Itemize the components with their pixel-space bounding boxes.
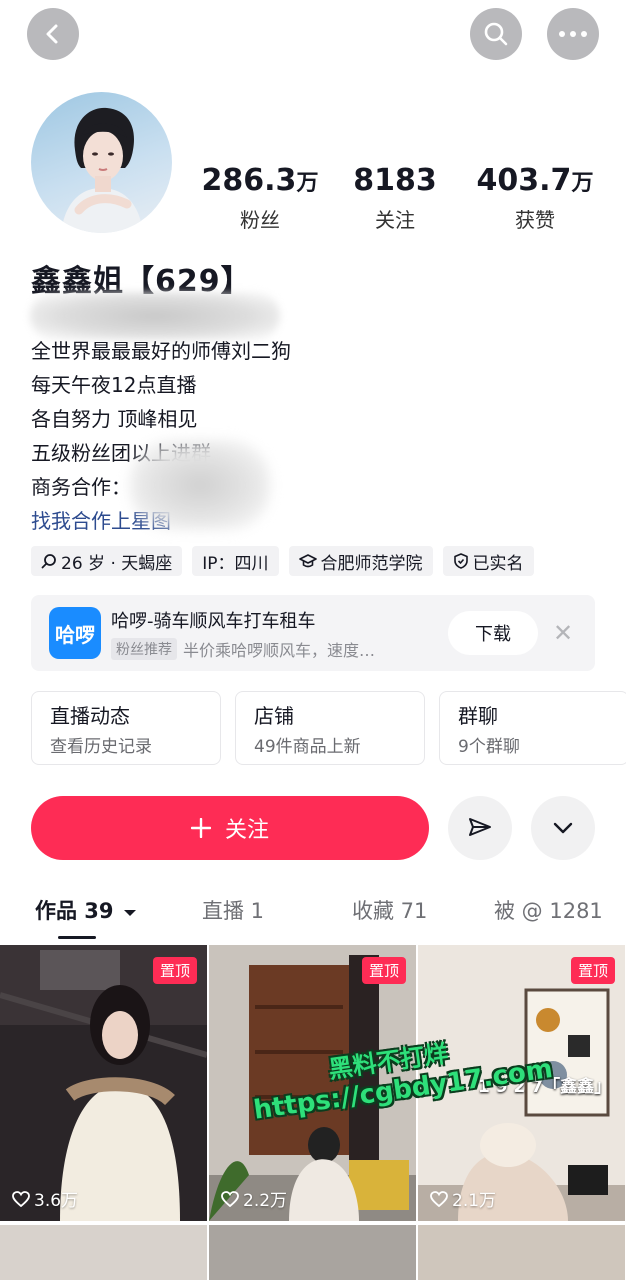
search-icon xyxy=(484,22,508,46)
entry-group-chat[interactable]: 群聊 9个群聊 xyxy=(439,691,626,765)
stat-value: 8183 xyxy=(353,163,437,198)
video-cover xyxy=(209,945,416,1221)
follow-label: 关注 xyxy=(224,818,269,843)
entry-live-history[interactable]: 直播动态 查看历史记录 xyxy=(31,691,221,765)
active-tab-indicator xyxy=(58,936,96,939)
stat-likes[interactable]: 403.7万 获赞 xyxy=(470,163,600,233)
more-dots-icon xyxy=(559,31,587,37)
profile-tags: 26 岁 · 天蝎座 IP：四川 合肥师范学院 已实名 xyxy=(31,546,534,576)
profile-stats: 286.3万 粉丝 8183 关注 403.7万 获赞 xyxy=(200,163,610,233)
heart-icon xyxy=(430,1190,448,1207)
stat-following[interactable]: 8183 关注 xyxy=(320,163,470,233)
chevron-down-icon xyxy=(553,822,573,834)
video-thumbnail[interactable]: 置顶 3.6万 xyxy=(0,945,207,1221)
heart-icon xyxy=(221,1190,239,1207)
video-thumbnail[interactable] xyxy=(418,1225,625,1280)
stat-label: 关注 xyxy=(375,208,415,232)
video-thumbnail[interactable] xyxy=(0,1225,207,1280)
caret-down-icon xyxy=(123,910,136,916)
blurred-contact xyxy=(130,440,270,530)
stat-fans[interactable]: 286.3万 粉丝 xyxy=(200,163,320,233)
tab-works[interactable]: 作品 39 xyxy=(35,895,137,925)
ad-download-button[interactable]: 下载 xyxy=(448,611,538,655)
graduation-cap-icon xyxy=(298,554,317,568)
ad-subtitle-row: 粉丝推荐 半价乘哈啰顺风车，速度… xyxy=(111,637,375,661)
tag-verified: 已实名 xyxy=(442,546,534,576)
video-likes: 3.6万 xyxy=(12,1186,78,1211)
video-thumbnail[interactable]: 置顶 2.1万 1 9 2 7「鑫鑫」 xyxy=(418,945,625,1221)
entry-subtitle: 49件商品上新 xyxy=(254,737,361,757)
stat-value: 403.7万 xyxy=(476,163,594,198)
ad-title: 哈啰-骑车顺风车打车租车 xyxy=(111,611,316,632)
heart-icon xyxy=(12,1190,30,1207)
share-button[interactable] xyxy=(448,796,512,860)
tag-school[interactable]: 合肥师范学院 xyxy=(288,546,433,576)
tag-ip: IP：四川 xyxy=(192,546,279,576)
search-icon xyxy=(41,554,56,569)
shield-check-icon xyxy=(453,553,468,569)
entry-subtitle: 查看历史记录 xyxy=(50,737,152,757)
more-button[interactable] xyxy=(547,8,599,60)
bio-line: 各自努力 顶峰相见 xyxy=(31,407,198,431)
video-thumbnail[interactable]: 置顶 2.2万 xyxy=(209,945,416,1221)
follow-button[interactable]: 关注 xyxy=(31,796,429,860)
video-likes: 2.2万 xyxy=(221,1186,287,1211)
blurred-id xyxy=(30,292,280,340)
ad-badge: 粉丝推荐 xyxy=(111,638,177,660)
chevron-left-icon xyxy=(46,24,58,44)
video-thumbnail[interactable] xyxy=(209,1225,416,1280)
profile-entries: 直播动态 查看历史记录 店铺 49件商品上新 群聊 9个群聊 xyxy=(31,691,626,765)
expand-button[interactable] xyxy=(531,796,595,860)
ad-app-logo: 哈啰 xyxy=(49,607,101,659)
pinned-badge: 置顶 xyxy=(152,957,197,984)
ad-card[interactable]: 哈啰 哈啰-骑车顺风车打车租车 粉丝推荐 半价乘哈啰顺风车，速度… 下载 ✕ xyxy=(31,595,595,671)
pinned-badge: 置顶 xyxy=(570,957,615,984)
entry-shop[interactable]: 店铺 49件商品上新 xyxy=(235,691,425,765)
bio-line: 每天午夜12点直播 xyxy=(31,373,197,397)
video-likes: 2.1万 xyxy=(430,1186,496,1211)
top-bar xyxy=(0,0,626,70)
entry-subtitle: 9个群聊 xyxy=(458,737,520,757)
avatar[interactable] xyxy=(31,92,172,233)
back-button[interactable] xyxy=(27,8,79,60)
tab-live[interactable]: 直播 1 xyxy=(202,895,264,925)
tab-mentions[interactable]: 被 @ 1281 xyxy=(494,895,603,925)
send-icon xyxy=(469,818,491,836)
tab-favorites[interactable]: 收藏 71 xyxy=(352,895,427,925)
plus-icon xyxy=(190,818,211,838)
stat-label: 粉丝 xyxy=(240,208,280,232)
entry-title: 群聊 xyxy=(458,704,498,728)
stat-label: 获赞 xyxy=(515,208,555,232)
video-cover xyxy=(0,945,207,1221)
bio-line: 全世界最最最好的师傅刘二狗 xyxy=(31,339,291,363)
close-icon[interactable]: ✕ xyxy=(553,619,573,647)
tag-age: 26 岁 · 天蝎座 xyxy=(31,546,183,576)
content-tabs: 作品 39 直播 1 收藏 71 被 @ 1281 xyxy=(0,895,626,945)
avatar-image xyxy=(61,107,143,233)
stat-value: 286.3万 xyxy=(201,163,319,198)
pinned-badge: 置顶 xyxy=(361,957,406,984)
entry-title: 店铺 xyxy=(254,704,294,728)
video-caption: 1 9 2 7「鑫鑫」 xyxy=(478,1077,612,1097)
entry-title: 直播动态 xyxy=(50,704,130,728)
ad-subtitle: 半价乘哈啰顺风车，速度… xyxy=(183,641,376,660)
search-button[interactable] xyxy=(470,8,522,60)
